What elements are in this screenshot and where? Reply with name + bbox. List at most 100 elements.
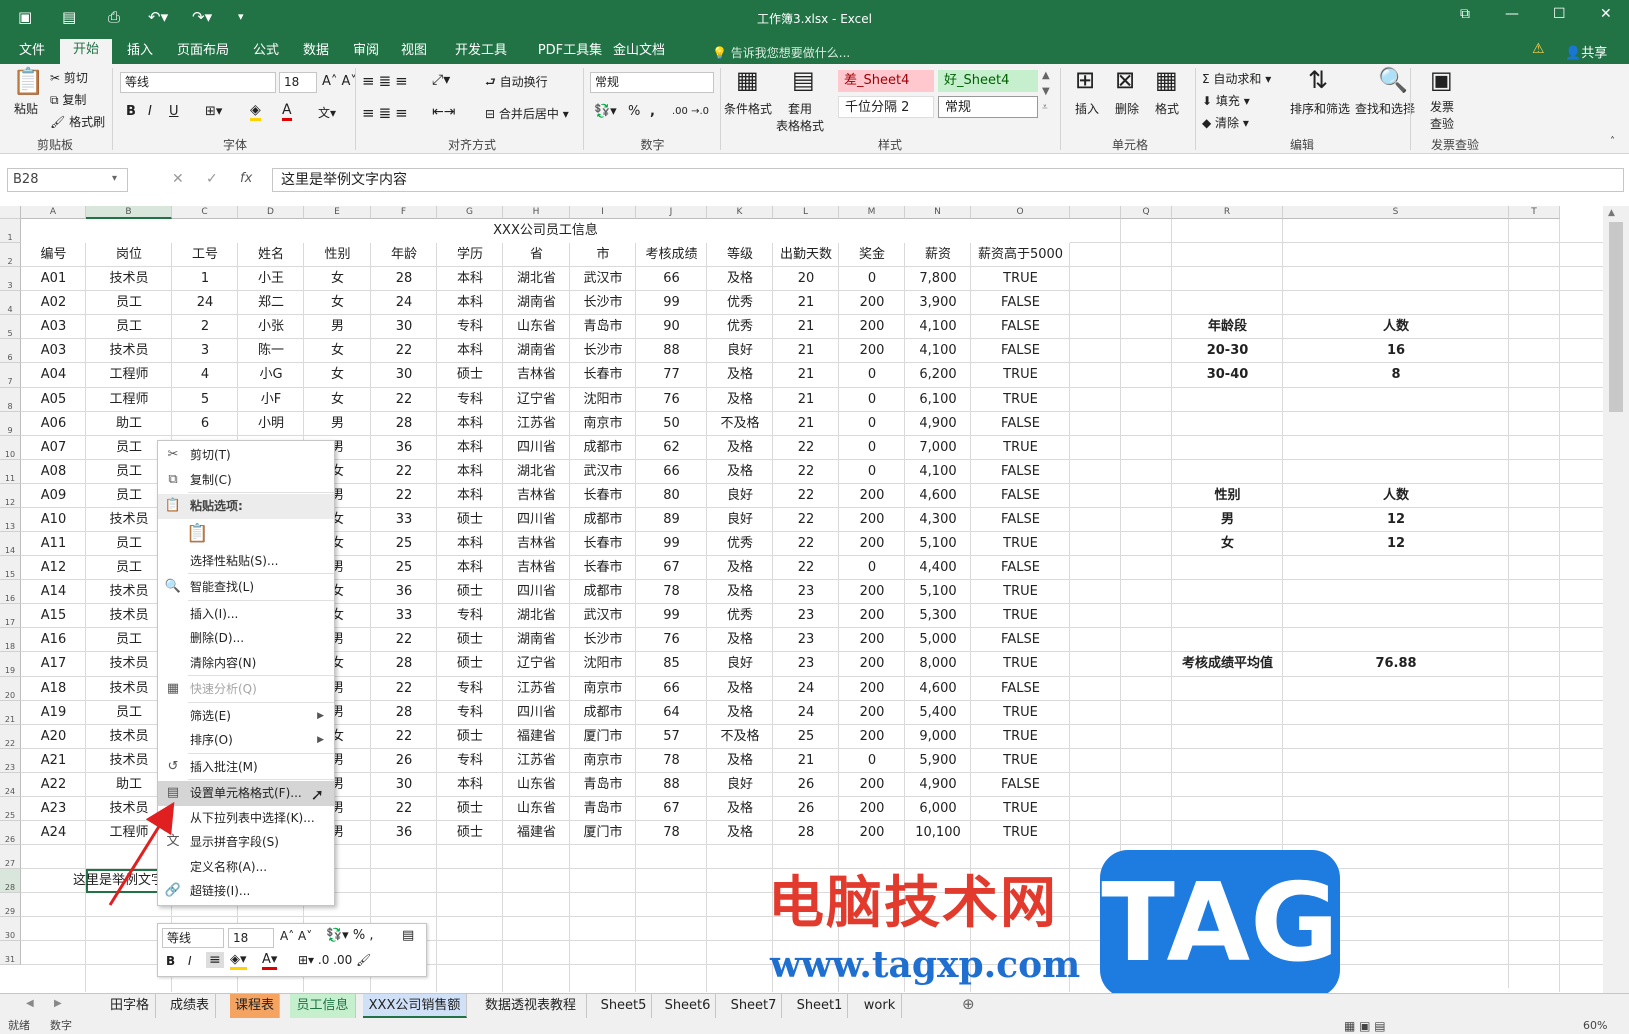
table-cell[interactable]: 78	[636, 821, 707, 845]
sheet-tab[interactable]: Sheet7	[726, 994, 782, 1018]
table-cell[interactable]: A05	[21, 388, 86, 412]
table-cell[interactable]: 200	[839, 725, 905, 749]
column-header[interactable]: G	[437, 206, 503, 219]
table-cell[interactable]: 技术员	[86, 339, 172, 363]
context-menu-item[interactable]: ↺ 插入批注(M)	[158, 755, 334, 780]
row-header[interactable]: 22	[0, 724, 21, 749]
row-header[interactable]: 7	[0, 363, 21, 388]
table-cell[interactable]: 硕士	[437, 628, 503, 652]
table-cell[interactable]: 本科	[437, 460, 503, 484]
column-title-cell[interactable]: 考核成绩	[636, 243, 707, 267]
table-cell[interactable]: 22	[371, 339, 437, 363]
table-cell[interactable]: 33	[371, 604, 437, 628]
column-header[interactable]: C	[172, 206, 238, 219]
table-title[interactable]: XXX公司员工信息	[21, 219, 1070, 244]
table-cell[interactable]: TRUE	[971, 580, 1070, 604]
table-cell[interactable]: 30	[371, 315, 437, 339]
table-cell[interactable]: 22	[773, 532, 839, 556]
tab-next-icon[interactable]: ▶	[54, 998, 62, 1009]
table-cell[interactable]: A15	[21, 604, 86, 628]
table-cell[interactable]: 及格	[707, 821, 773, 845]
table-cell[interactable]: TRUE	[971, 821, 1070, 845]
percent-button[interactable]: %	[628, 104, 640, 119]
column-header[interactable]	[1070, 206, 1121, 219]
row-header[interactable]: 31	[0, 941, 21, 966]
table-cell[interactable]: 200	[839, 604, 905, 628]
table-cell[interactable]: 26	[371, 749, 437, 773]
table-cell[interactable]: 长沙市	[570, 628, 636, 652]
table-cell[interactable]: A03	[21, 315, 86, 339]
table-cell[interactable]: 湖南省	[503, 628, 570, 652]
table-cell[interactable]: 6,000	[905, 797, 971, 821]
context-menu-item[interactable]: 清除内容(N)	[158, 651, 334, 676]
column-header[interactable]: O	[971, 206, 1070, 219]
table-cell[interactable]: 优秀	[707, 291, 773, 315]
table-cell[interactable]: 3,900	[905, 291, 971, 315]
summary-header[interactable]: 人数	[1283, 315, 1509, 339]
table-cell[interactable]: 女	[304, 363, 371, 387]
table-cell[interactable]: 78	[636, 749, 707, 773]
row-header[interactable]: 19	[0, 652, 21, 677]
table-cell[interactable]: 郑二	[238, 291, 304, 315]
column-title-cell[interactable]: 编号	[21, 243, 86, 267]
table-cell[interactable]: 厦门市	[570, 725, 636, 749]
table-cell[interactable]: 99	[636, 532, 707, 556]
table-cell[interactable]: A03	[21, 339, 86, 363]
table-cell[interactable]: 沈阳市	[570, 388, 636, 412]
table-cell[interactable]: 7,000	[905, 436, 971, 460]
mini-align-icon[interactable]: ≡	[206, 952, 224, 968]
table-cell[interactable]: 湖北省	[503, 460, 570, 484]
invoice-check-icon[interactable]: ▣	[1430, 66, 1453, 94]
table-cell[interactable]: 吉林省	[503, 532, 570, 556]
table-cell[interactable]: 200	[839, 701, 905, 725]
summary-cell[interactable]: 30-40	[1172, 363, 1283, 387]
row-header[interactable]: 20	[0, 676, 21, 701]
summary-cell[interactable]: 男	[1172, 508, 1283, 532]
row-header[interactable]: 9	[0, 411, 21, 436]
table-cell[interactable]: 25	[371, 532, 437, 556]
table-cell[interactable]: 21	[773, 363, 839, 387]
row-header[interactable]: 13	[0, 507, 21, 533]
context-menu-item[interactable]: 定义名称(A)...	[158, 855, 334, 880]
table-cell[interactable]: 0	[839, 556, 905, 580]
table-cell[interactable]: 四川省	[503, 436, 570, 460]
summary-header[interactable]: 性别	[1172, 484, 1283, 508]
row-header[interactable]: 16	[0, 580, 21, 605]
table-cell[interactable]: 良好	[707, 773, 773, 797]
table-cell[interactable]: 20	[773, 267, 839, 291]
table-cell[interactable]: 4,600	[905, 484, 971, 508]
table-cell[interactable]: 成都市	[570, 508, 636, 532]
enter-icon[interactable]: ✓	[206, 171, 218, 187]
menu-tab-9[interactable]: PDF工具集	[524, 40, 616, 64]
sort-filter-icon[interactable]: ⇅	[1308, 66, 1328, 94]
phonetic-icon[interactable]: 文▾	[318, 104, 336, 121]
cut-button[interactable]: ✂ 剪切	[50, 69, 88, 86]
scroll-up-icon[interactable]: ▲	[1608, 208, 1615, 218]
table-cell[interactable]: 21	[773, 291, 839, 315]
table-cell[interactable]: 6,100	[905, 388, 971, 412]
row-header[interactable]: 28	[0, 869, 21, 894]
sheet-tab[interactable]: Sheet1	[792, 994, 848, 1018]
table-cell[interactable]: 24	[773, 677, 839, 701]
row-header[interactable]: 30	[0, 917, 21, 942]
row-header[interactable]: 29	[0, 893, 21, 918]
table-cell[interactable]: 吉林省	[503, 484, 570, 508]
comma-button[interactable]: ,	[650, 104, 655, 119]
table-cell[interactable]: 89	[636, 508, 707, 532]
table-cell[interactable]: 优秀	[707, 532, 773, 556]
table-cell[interactable]: 5	[172, 388, 238, 412]
zoom-level[interactable]: 60%	[1583, 1018, 1607, 1034]
warning-icon[interactable]: ⚠	[1532, 41, 1545, 57]
table-cell[interactable]: 88	[636, 339, 707, 363]
table-cell[interactable]: 助工	[86, 412, 172, 436]
table-cell[interactable]: 0	[839, 388, 905, 412]
row-header[interactable]: 23	[0, 748, 21, 773]
column-header[interactable]: B	[86, 206, 172, 219]
row-header[interactable]: 11	[0, 459, 21, 484]
tell-me-search[interactable]: 💡 告诉我您想要做什么...	[712, 44, 850, 61]
table-cell[interactable]: 200	[839, 580, 905, 604]
table-cell[interactable]: 不及格	[707, 412, 773, 436]
row-header[interactable]: 2	[0, 243, 21, 268]
table-cell[interactable]: 200	[839, 291, 905, 315]
column-title-cell[interactable]: 学历	[437, 243, 503, 267]
